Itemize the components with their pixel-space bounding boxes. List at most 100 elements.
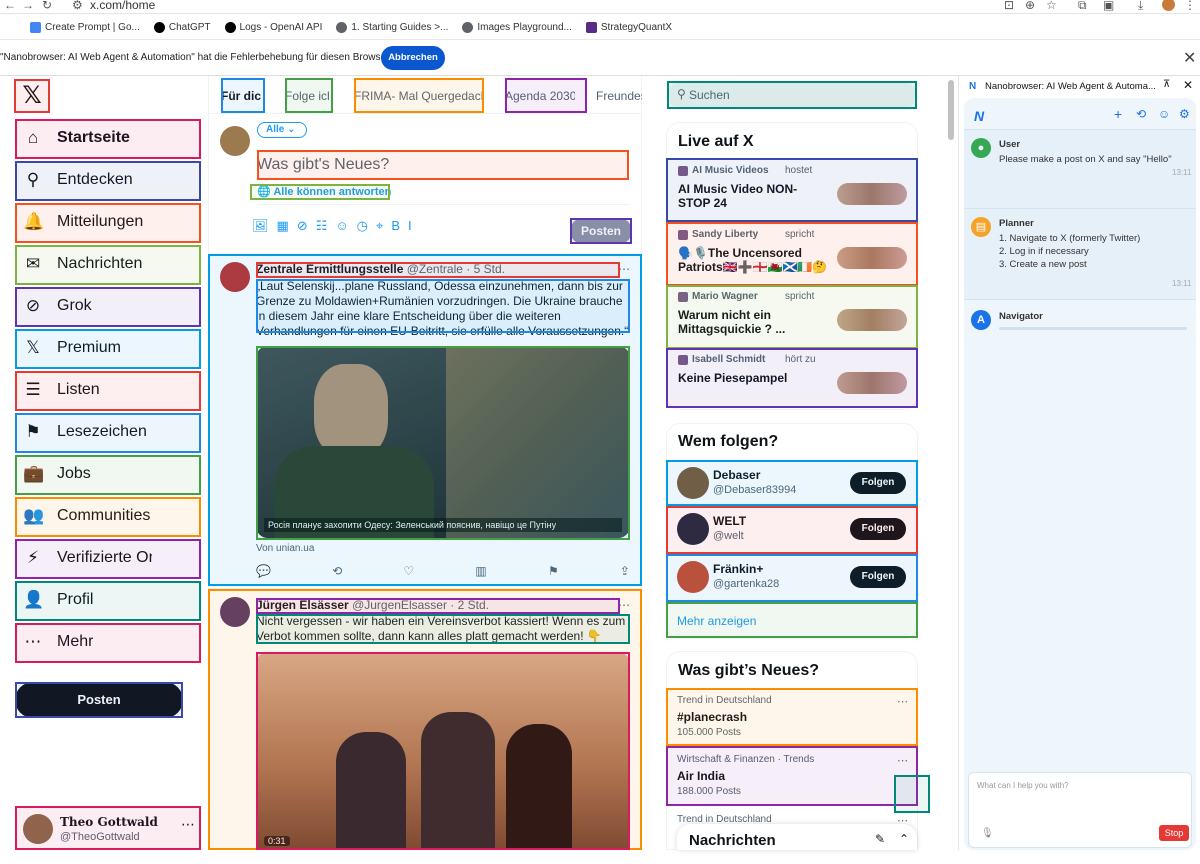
tab-agenda-2030[interactable]: Agenda 2030 — [505, 79, 575, 113]
bookmark-icon[interactable]: ⚑ — [548, 564, 559, 578]
post-button[interactable]: Posten — [15, 682, 183, 718]
trend-item[interactable]: Wirtschaft & Finanzen · Trends Air India 1… — [667, 748, 917, 804]
compose-input[interactable]: Was gibt's Neues? — [257, 156, 629, 178]
live-space-item[interactable]: AI Music Videos hostet AI Music Video NON-… — [667, 161, 917, 217]
sidebar-item-mail[interactable]: ✉ Nachrichten — [15, 245, 201, 285]
pin-icon[interactable]: ⊼ — [1163, 79, 1170, 90]
sidebar-item-list[interactable]: ☰ Listen — [15, 371, 201, 411]
post-more-icon[interactable]: ⋯ — [618, 598, 630, 612]
chat-input[interactable]: What can I help you with? 🎙 Stop — [968, 772, 1192, 848]
x-logo-icon[interactable]: 𝕏 — [14, 79, 50, 113]
discord-icon[interactable]: ☺ — [1158, 107, 1170, 121]
post-author-name[interactable]: Jürgen Elsässer — [256, 598, 349, 612]
profile-avatar[interactable] — [1162, 0, 1175, 11]
zoom-icon[interactable]: ⊕ — [1025, 0, 1035, 12]
grok-icon[interactable]: ⊘ — [297, 218, 308, 234]
sidebar-item-briefcase[interactable]: 💼 Jobs — [15, 455, 201, 495]
close-icon[interactable]: ✕ — [1183, 48, 1196, 68]
reply-icon[interactable]: 💬 — [256, 564, 271, 578]
extensions-icon[interactable]: ⧉ — [1078, 0, 1087, 13]
trend-item[interactable]: Trend in Deutschland #planecrash 105.000 P… — [667, 689, 917, 745]
more-icon[interactable]: ⋯ — [181, 816, 195, 833]
tab-following[interactable]: Folge ich — [285, 79, 329, 113]
post-more-icon[interactable]: ⋯ — [618, 262, 630, 276]
post-avatar[interactable] — [220, 597, 250, 627]
live-space-item[interactable]: Mario Wagner spricht Warum nicht ein Mitta… — [667, 287, 917, 343]
bold-icon[interactable]: B — [391, 218, 400, 234]
bookmark-item[interactable]: Images Playground... — [462, 22, 572, 33]
chevron-up-icon[interactable]: ⌃ — [899, 832, 909, 846]
post-video[interactable]: 0:31 — [256, 652, 630, 850]
url-text[interactable]: x.com/home — [90, 0, 155, 12]
follow-suggestion[interactable]: Fränkin+ @gartenka28 Folgen — [667, 556, 917, 600]
like-icon[interactable]: ♡ — [403, 564, 414, 578]
download-icon[interactable]: ⤓ — [1138, 0, 1143, 13]
post-media[interactable]: Росія планує захопити Одесу: Зеленський … — [256, 346, 630, 538]
live-space-item[interactable]: Sandy Liberty spricht 🗣️🎙️The Uncensored P… — [667, 225, 917, 281]
sidebar-item-grok[interactable]: ⊘ Grok — [15, 287, 201, 327]
link-source[interactable]: Von unian.ua — [256, 543, 314, 554]
sidebar-item-home[interactable]: ⌂ Startseite — [15, 119, 201, 159]
schedule-icon[interactable]: ◷ — [357, 218, 368, 234]
cancel-debugging-button[interactable]: Abbrechen — [381, 46, 445, 70]
sidepanel-icon[interactable]: ▣ — [1103, 0, 1114, 12]
follow-button[interactable]: Folgen — [850, 518, 906, 540]
new-chat-icon[interactable]: + — [1114, 106, 1122, 122]
live-space-item[interactable]: Isabell Schmidt hört zu Keine Piesepampel — [667, 350, 917, 406]
follow-suggestion[interactable]: Debaser @Debaser83994 Folgen — [667, 462, 917, 506]
image-icon[interactable]: 🖼 — [252, 218, 269, 234]
settings-icon[interactable]: ⚙ — [1179, 107, 1190, 121]
new-message-icon[interactable]: ✎ — [875, 832, 885, 846]
follow-button[interactable]: Folgen — [850, 566, 906, 588]
post-author-handle[interactable]: @JurgenElsasser — [352, 598, 447, 612]
follow-button[interactable]: Folgen — [850, 472, 906, 494]
bookmark-item[interactable]: ChatGPT — [153, 22, 211, 33]
compose-post-button[interactable]: Posten — [570, 218, 632, 244]
post-author-handle[interactable]: @Zentrale — [407, 262, 463, 276]
sidebar-item-x[interactable]: 𝕏 Premium — [15, 329, 201, 369]
install-icon[interactable]: ⊡ — [1004, 0, 1014, 12]
messages-drawer[interactable]: Nachrichten ✎ ⌃ — [677, 824, 917, 850]
sidebar-item-bolt[interactable]: ⚡ Verifizierte Orga... — [15, 539, 201, 579]
bookmark-item[interactable]: 1. Starting Guides >... — [336, 22, 448, 33]
close-icon[interactable]: ✕ — [1183, 78, 1193, 92]
tab-freundes[interactable]: Freundes — [596, 79, 642, 113]
page-scrollbar[interactable] — [948, 80, 954, 140]
repost-icon[interactable]: ⟲ — [332, 564, 342, 578]
post-author-name[interactable]: Zentrale Ermittlungsstelle — [256, 262, 403, 276]
audience-selector[interactable]: Alle ⌄ — [257, 122, 307, 138]
sidebar-item-people[interactable]: 👥 Communities — [15, 497, 201, 537]
follow-suggestion[interactable]: WELT @welt Folgen — [667, 508, 917, 552]
bookmark-item[interactable]: Logs - OpenAI API — [224, 22, 322, 33]
forward-icon[interactable]: → — [22, 0, 34, 12]
trend-more-icon[interactable]: ⋯ — [897, 695, 908, 708]
post-time[interactable]: 5 Std. — [474, 262, 505, 276]
views-icon[interactable]: ▥ — [475, 564, 486, 578]
search-box[interactable]: ⚲ Suchen — [667, 81, 917, 109]
reload-icon[interactable]: ↻ — [42, 0, 52, 12]
microphone-icon[interactable]: 🎙 — [981, 828, 994, 839]
post-time[interactable]: 2 Std. — [458, 598, 489, 612]
tab-frima[interactable]: FRIMA- Mal Quergedacht — [354, 79, 482, 113]
location-icon[interactable]: ⌖ — [376, 218, 383, 234]
sidebar-item-bookmark[interactable]: ⚑ Lesezeichen — [15, 413, 201, 453]
show-more-link[interactable]: Mehr anzeigen — [677, 614, 756, 628]
star-icon[interactable]: ☆ — [1046, 0, 1057, 12]
search-input[interactable]: Suchen — [689, 88, 730, 102]
account-switcher[interactable]: Theo Gottwald @TheoGottwald ⋯ — [15, 806, 201, 850]
bookmark-item[interactable]: Create Prompt | Go... — [30, 22, 140, 33]
sidebar-item-bell[interactable]: 🔔 Mitteilungen — [15, 203, 201, 243]
tab-for-you[interactable]: Für dich — [221, 79, 261, 113]
address-bar[interactable]: ← → ↻ ⚙ x.com/home ⊡ ⊕ ☆ ⧉ ▣ ⤓ ⋮ — [0, 0, 1200, 14]
bookmark-item[interactable]: StrategyQuantX — [585, 22, 672, 33]
sidebar-item-more-circle[interactable]: ⋯ Mehr — [15, 623, 201, 663]
trend-more-icon[interactable]: ⋯ — [897, 754, 908, 767]
reply-setting[interactable]: 🌐 Alle können antworten — [257, 185, 391, 198]
menu-icon[interactable]: ⋮ — [1184, 0, 1196, 12]
history-icon[interactable]: ⟲ — [1136, 107, 1146, 121]
post-avatar[interactable] — [220, 262, 250, 292]
sidebar-item-search[interactable]: ⚲ Entdecken — [15, 161, 201, 201]
site-info-icon[interactable]: ⚙ — [72, 0, 83, 12]
gif-icon[interactable]: ▦ — [277, 218, 289, 234]
back-icon[interactable]: ← — [4, 0, 16, 12]
